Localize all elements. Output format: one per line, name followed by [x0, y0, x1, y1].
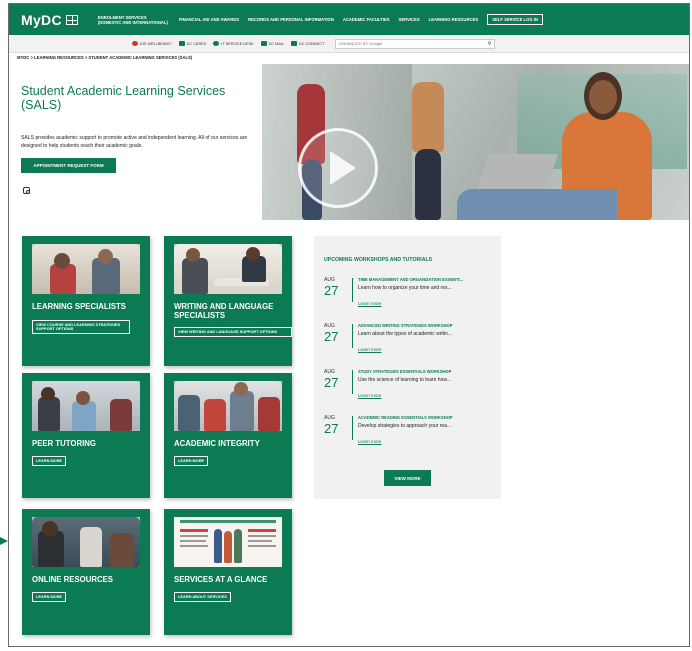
utility-label: Dis Wellbeing? [140, 41, 172, 46]
mail-icon [260, 41, 267, 46]
laptop-icon [291, 41, 298, 46]
workshop-title[interactable]: Study Strategies Essentials Workshop [358, 369, 451, 374]
card-title: Services at a Glance [174, 575, 268, 584]
laptop-shape [475, 154, 559, 192]
chat-icon [178, 41, 185, 46]
view-learning-strategies-button[interactable]: View Course and Learning Strategies Supp… [32, 320, 130, 335]
utility-wellbeing[interactable]: Dis Wellbeing? [132, 41, 172, 46]
hero-text-panel: Student Academic Learning Services (SALS… [9, 64, 262, 220]
nav-item-services[interactable]: Services [399, 17, 420, 22]
services-flyer [174, 517, 282, 567]
nav-item-records[interactable]: Records and Personal Information [248, 17, 334, 22]
workshop-title[interactable]: Academic Reading Essentials Workshop [358, 415, 453, 420]
workshop-divider [352, 278, 353, 302]
instagram-icon[interactable] [23, 187, 30, 194]
workshops-panel: Upcoming Workshops and Tutorials AUG 27 … [314, 236, 501, 499]
peer-tutoring-learn-more-button[interactable]: Learn More [32, 456, 67, 466]
play-icon[interactable] [298, 128, 378, 208]
workshop-title[interactable]: Advanced Writing Strategies Workshop [358, 323, 452, 328]
workshop-learn-more-link[interactable]: Learn more [358, 301, 382, 306]
workshop-item: AUG 27 Academic Reading Essentials Works… [324, 415, 496, 455]
utility-it-service-desk[interactable]: IT Service Desk [213, 41, 254, 46]
nav-item-enrolment[interactable]: Enrolment Services (Domestic and Interna… [98, 15, 170, 25]
workshop-item: AUG 27 Study Strategies Essentials Works… [324, 369, 496, 409]
card-title: Learning Specialists [32, 302, 127, 311]
card-learning-specialists[interactable]: Learning Specialists View Course and Lea… [22, 236, 150, 366]
breadcrumb[interactable]: MyDC > Learning Resources > Student Acad… [17, 55, 192, 60]
workshop-day: 27 [324, 421, 339, 436]
workshop-description: Use the science of learning to learn how… [358, 377, 451, 383]
workshop-divider [352, 416, 353, 440]
view-writing-support-button[interactable]: View Writing and Language Support Option… [174, 327, 292, 337]
utility-label: DC Cares [186, 41, 207, 46]
crest-icon [65, 14, 78, 25]
workshop-learn-more-link[interactable]: Learn more [358, 347, 382, 352]
self-service-login-button[interactable]: Self Service Log In [487, 14, 543, 25]
top-nav: MyDC Enrolment Services (Domestic and In… [9, 4, 689, 35]
appointment-request-button[interactable]: Appointment Request Form [21, 158, 116, 173]
search-placeholder: ENHANCED BY Google [339, 41, 383, 46]
nav-item-financial-aid[interactable]: Financial Aid and Awards [179, 17, 239, 22]
utility-bar: Dis Wellbeing? DC Cares IT Service Desk … [9, 35, 689, 53]
utility-dc-connect[interactable]: DC Connect [291, 41, 324, 46]
card-title: Peer Tutoring [32, 439, 96, 448]
workshop-day: 27 [324, 283, 339, 298]
card-writing-language[interactable]: Writing and Language Specialists View Wr… [164, 236, 292, 366]
student-figure [412, 82, 444, 152]
card-title: Writing and Language Specialists [174, 302, 274, 320]
workshop-description: Develop strategies to approach your rea.… [358, 423, 452, 429]
card-title: Online Resources [32, 575, 114, 584]
workshop-description: Learn how to organize your time and res.… [358, 285, 452, 291]
nav-item-learning-resources[interactable]: Learning Resources [429, 17, 479, 22]
workshop-divider [352, 370, 353, 394]
card-photo [174, 244, 282, 294]
online-resources-learn-more-button[interactable]: Learn More [32, 592, 67, 602]
logo-text: MyDC [21, 11, 62, 28]
student-figure [415, 149, 441, 220]
browser-frame: MyDC Enrolment Services (Domestic and In… [8, 3, 690, 647]
student-face [589, 80, 617, 114]
card-photo [174, 517, 282, 567]
workshop-divider [352, 324, 353, 348]
gear-icon [213, 41, 220, 46]
view-more-button[interactable]: View More [384, 470, 431, 486]
workshop-day: 27 [324, 375, 339, 390]
card-services-at-a-glance[interactable]: Services at a Glance Learn About Service… [164, 509, 292, 635]
learn-about-services-button[interactable]: Learn About Services [174, 592, 231, 602]
utility-label: IT Service Desk [221, 41, 254, 46]
card-photo [32, 517, 140, 567]
utility-dc-cares[interactable]: DC Cares [178, 41, 207, 46]
workshop-item: AUG 27 Advanced Writing Strategies Works… [324, 323, 496, 363]
workshops-header: Upcoming Workshops and Tutorials [324, 257, 433, 263]
pointer-arrow-icon [0, 537, 8, 545]
workshop-learn-more-link[interactable]: Learn more [358, 439, 382, 444]
utility-label: DC Mail [268, 41, 285, 46]
hero-video[interactable] [262, 64, 689, 220]
workshop-description: Learn about the types of academic writin… [358, 331, 452, 337]
student-legs [457, 189, 617, 220]
page-title: Student Academic Learning Services (SALS… [21, 84, 226, 112]
card-peer-tutoring[interactable]: Peer Tutoring Learn More [22, 373, 150, 498]
workshop-learn-more-link[interactable]: Learn more [358, 393, 382, 398]
mydc-logo[interactable]: MyDC [21, 12, 78, 28]
card-title: Academic Integrity [174, 439, 260, 448]
life-ring-icon [132, 41, 138, 46]
card-photo [174, 381, 282, 431]
card-academic-integrity[interactable]: Academic Integrity Learn More [164, 373, 292, 498]
card-photo [32, 244, 140, 294]
workshop-day: 27 [324, 329, 339, 344]
card-photo [32, 381, 140, 431]
nav-item-faculties[interactable]: Academic Faculties [343, 17, 390, 22]
page-description: SALS provides academic support to promot… [21, 135, 248, 150]
utility-label: DC Connect [299, 41, 325, 46]
search-input[interactable]: ENHANCED BY Google ⚲ [335, 38, 496, 49]
utility-dc-mail[interactable]: DC Mail [260, 41, 285, 46]
workshop-title[interactable]: Time Management and Organization Essenti… [358, 277, 463, 282]
search-icon[interactable]: ⚲ [488, 41, 492, 47]
workshop-item: AUG 27 Time Management and Organization … [324, 277, 496, 317]
card-online-resources[interactable]: Online Resources Learn More [22, 509, 150, 635]
academic-integrity-learn-more-button[interactable]: Learn More [174, 456, 209, 466]
nav-menu: Enrolment Services (Domestic and Interna… [98, 14, 543, 25]
